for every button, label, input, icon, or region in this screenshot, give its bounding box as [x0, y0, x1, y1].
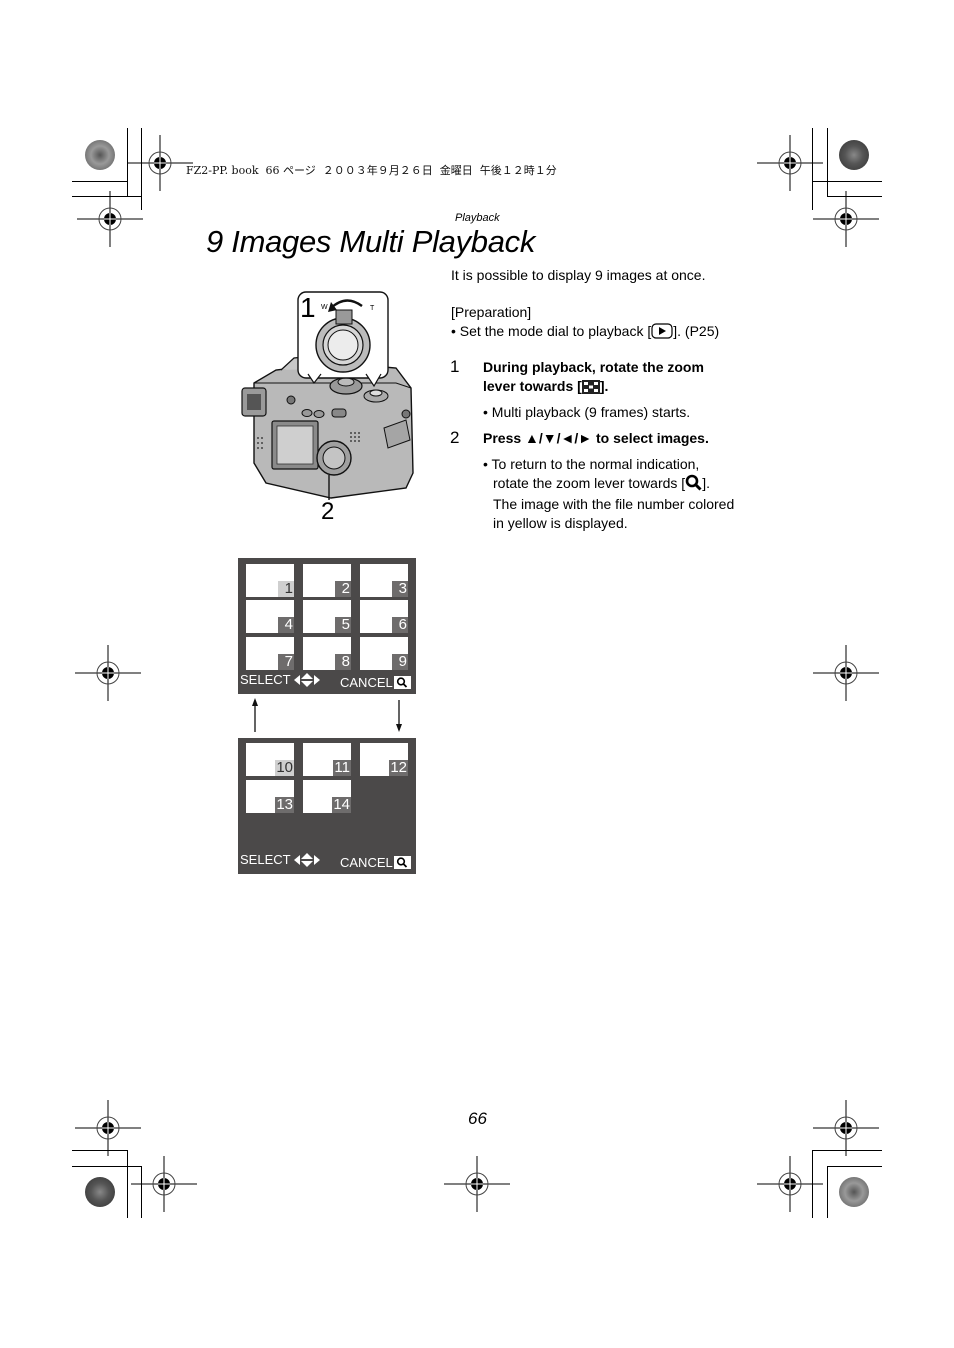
preparation-block: [Preparation] • Set the mode dial to pla…	[451, 303, 719, 343]
file-number: 6	[392, 617, 408, 633]
registration-crosshair	[130, 1155, 198, 1213]
color-rosette	[839, 140, 869, 170]
file-number: 14	[332, 796, 351, 813]
file-number: 12	[389, 759, 408, 776]
print-metadata: FZ2-PP. book 66 ページ ２００３年９月２６日 金曜日 午後１２時…	[186, 164, 557, 177]
four-way-arrows-icon	[293, 673, 320, 691]
multi-playback-screen-2: 10 11 12 13 14 SELECT CANCEL	[238, 738, 416, 874]
step-2-instruction: Press ▲/▼/◄/► to select images.	[483, 430, 709, 446]
step-1-note: • Multi playback (9 frames) starts.	[483, 404, 691, 420]
thumbnail[interactable]: 13	[246, 780, 294, 813]
callout-2: 2	[321, 498, 335, 525]
thumbnail[interactable]: 14	[303, 780, 351, 813]
registration-crosshair	[74, 1099, 142, 1157]
thumbnail[interactable]: 1	[246, 564, 294, 597]
file-number: 10	[275, 759, 294, 776]
file-number: 5	[335, 617, 351, 633]
intro-text: It is possible to display 9 images at on…	[451, 267, 706, 283]
file-number: 1	[278, 581, 294, 597]
registration-crosshair	[812, 190, 880, 248]
multi-playback-screen-1: 1 2 3 4 5 6 7 8 9 SELECT CANCEL	[238, 558, 416, 694]
preparation-bullet: • Set the mode dial to playback []. (P25…	[451, 322, 719, 344]
thumbnail[interactable]: 10	[246, 743, 294, 776]
step-2-note: • To return to the normal indication, ro…	[483, 456, 735, 531]
registration-crosshair	[756, 1155, 824, 1213]
page-number: 66	[468, 1109, 487, 1128]
registration-crosshair	[126, 134, 194, 192]
color-rosette	[839, 1177, 869, 1207]
registration-crosshair	[812, 1099, 880, 1157]
registration-marks	[74, 134, 880, 1213]
thumbnail[interactable]: 4	[246, 600, 294, 633]
thumbnail[interactable]: 3	[360, 564, 408, 597]
color-rosette	[85, 140, 115, 170]
select-hint: SELECT	[240, 672, 320, 691]
magnify-icon	[685, 474, 702, 496]
magnify-icon	[393, 676, 411, 689]
file-number: 9	[392, 654, 408, 670]
thumbnail[interactable]: 5	[303, 600, 351, 633]
select-hint: SELECT	[240, 852, 320, 871]
camera-illustration	[241, 291, 414, 500]
thumbnail[interactable]: 11	[303, 743, 351, 776]
file-number: 7	[278, 654, 294, 670]
thumbnail[interactable]: 9	[360, 637, 408, 670]
thumbnail[interactable]: 8	[303, 637, 351, 670]
file-number: 13	[275, 796, 294, 813]
registration-crosshair	[76, 190, 144, 248]
file-number: 3	[392, 581, 408, 597]
step-number: 1	[450, 357, 460, 376]
preparation-heading: [Preparation]	[451, 304, 532, 320]
four-way-arrows-icon	[293, 853, 320, 871]
step-1-instruction: During playback, rotate the zoom lever t…	[483, 358, 704, 399]
step-number: 2	[450, 428, 460, 447]
page-transition-arrows	[252, 698, 402, 732]
lever-w-label: W	[321, 304, 328, 311]
registration-crosshair	[812, 644, 880, 702]
thumbnail[interactable]: 2	[303, 564, 351, 597]
file-number: 4	[278, 617, 294, 633]
thumbnail[interactable]: 6	[360, 600, 408, 633]
cancel-hint: CANCEL	[340, 675, 411, 691]
thumbnail[interactable]: 12	[360, 743, 408, 776]
section-label: Playback	[455, 212, 500, 224]
callout-1: 1	[300, 292, 316, 323]
thumbnail[interactable]: 7	[246, 637, 294, 670]
file-number: 8	[335, 654, 351, 670]
magnify-icon	[393, 856, 411, 869]
cancel-hint: CANCEL	[340, 855, 411, 871]
registration-crosshair	[443, 1155, 511, 1213]
registration-crosshair	[74, 644, 142, 702]
color-rosette	[85, 1177, 115, 1207]
multi-playback-icon	[581, 380, 600, 399]
registration-crosshair	[756, 134, 824, 192]
play-icon	[651, 322, 673, 344]
file-number: 2	[335, 581, 351, 597]
page-title: 9 Images Multi Playback	[206, 224, 536, 259]
lever-t-label: T	[370, 305, 375, 312]
file-number: 11	[333, 759, 351, 776]
